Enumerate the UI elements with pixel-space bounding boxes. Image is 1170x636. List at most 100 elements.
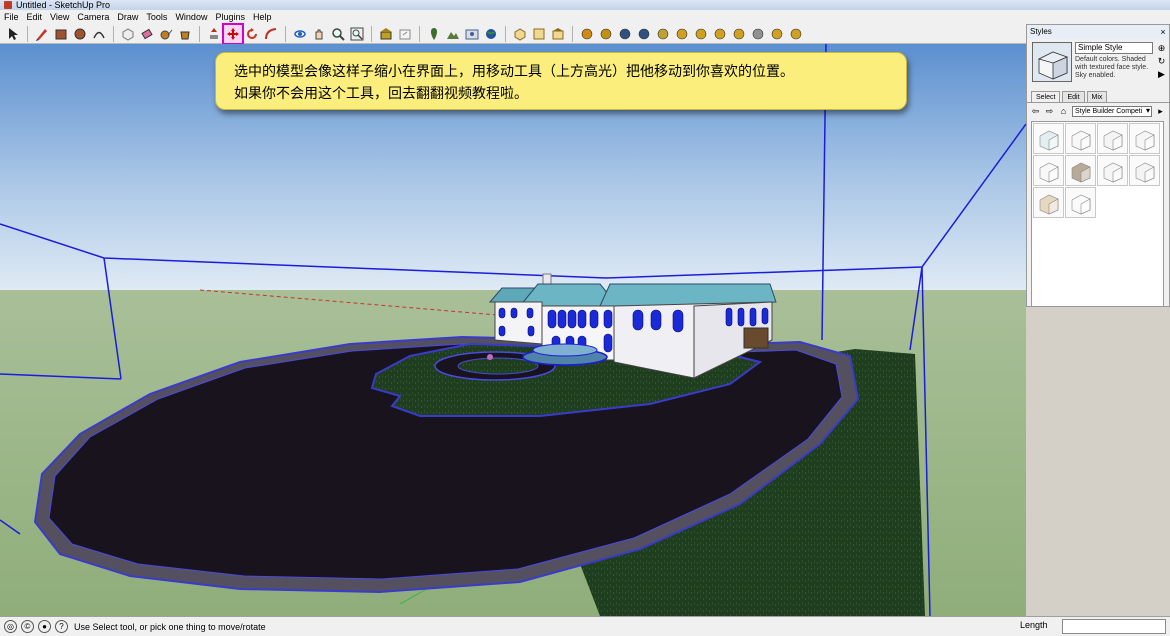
style-preview-icon <box>1135 162 1154 182</box>
style-collection-select[interactable]: Style Builder Competi <box>1072 105 1152 117</box>
forward-arrow-icon[interactable]: ⇨ <box>1044 106 1055 117</box>
title-bar: Untitled - SketchUp Pro <box>0 0 1170 10</box>
iso-view-tool[interactable] <box>511 25 529 43</box>
plugin-icon <box>676 28 688 39</box>
eraser-tool[interactable] <box>138 25 156 43</box>
plugin-g-tool[interactable] <box>692 25 710 43</box>
follow-me-tool[interactable] <box>262 25 280 43</box>
make-component-tool[interactable] <box>119 25 137 43</box>
style-preview-icon <box>1071 162 1090 182</box>
menu-view[interactable]: View <box>46 12 73 22</box>
plugin-e-tool[interactable] <box>654 25 672 43</box>
style-preview-icon <box>1103 162 1122 182</box>
model-viewport[interactable] <box>0 44 1026 616</box>
plugin-k-tool[interactable] <box>768 25 786 43</box>
pan-tool[interactable] <box>310 25 328 43</box>
home-icon[interactable]: ⌂ <box>1058 106 1069 117</box>
select-tool[interactable] <box>4 25 22 43</box>
user-icon[interactable]: ● <box>38 620 51 633</box>
toolbar-separator <box>505 25 506 42</box>
help-icon[interactable]: ? <box>55 620 68 633</box>
create-style-icon[interactable]: ⊕ <box>1156 43 1167 54</box>
measurements-input[interactable] <box>1062 619 1166 634</box>
menu-plugins[interactable]: Plugins <box>211 12 249 22</box>
rectangle-tool[interactable] <box>52 25 70 43</box>
style-collection-nav: ⇦ ⇨ ⌂ Style Builder Competi ▸ <box>1027 103 1169 119</box>
move-tool[interactable] <box>222 22 244 45</box>
style-preview-icon <box>1103 130 1122 150</box>
3d-scene[interactable] <box>0 44 1026 616</box>
circle-tool[interactable] <box>71 25 89 43</box>
plugin-j-tool[interactable] <box>749 25 767 43</box>
style-thumbnail-item[interactable] <box>1129 123 1160 154</box>
plugin-c-tool[interactable] <box>616 25 634 43</box>
tape-measure-tool[interactable] <box>157 25 175 43</box>
photo-texture-tool[interactable] <box>463 25 481 43</box>
front-view-tool[interactable] <box>549 25 567 43</box>
style-thumbnail-item[interactable] <box>1033 187 1064 218</box>
zoom-tool[interactable] <box>329 25 347 43</box>
line-tool[interactable] <box>33 25 51 43</box>
sketchup-app-icon <box>4 1 12 9</box>
menu-window[interactable]: Window <box>171 12 211 22</box>
pan-icon <box>315 29 323 39</box>
plugin-i-tool[interactable] <box>730 25 748 43</box>
zoom-extents-tool[interactable] <box>348 25 366 43</box>
details-arrow-icon[interactable]: ▶ <box>1156 69 1167 80</box>
tape-icon <box>160 29 173 39</box>
arc-tool[interactable] <box>90 25 108 43</box>
add-location-tool[interactable] <box>425 25 443 43</box>
style-thumbnail-item[interactable] <box>1065 123 1096 154</box>
push-pull-tool[interactable] <box>205 25 223 43</box>
share-model-tool[interactable] <box>396 25 414 43</box>
rotate-tool[interactable] <box>243 25 261 43</box>
move-icon <box>227 27 239 40</box>
top-view-tool[interactable] <box>530 25 548 43</box>
plugin-h-tool[interactable] <box>711 25 729 43</box>
orbit-tool[interactable] <box>291 25 309 43</box>
paint-bucket-tool[interactable] <box>176 25 194 43</box>
style-thumbnails-grid <box>1031 121 1164 307</box>
style-tabs: Select Edit Mix <box>1027 91 1169 103</box>
style-thumbnail-item[interactable] <box>1065 155 1096 186</box>
menu-camera[interactable]: Camera <box>73 12 113 22</box>
plugin-f-tool[interactable] <box>673 25 691 43</box>
zoom-icon <box>332 27 345 41</box>
plugin-a-tool[interactable] <box>578 25 596 43</box>
plugin-b-tool[interactable] <box>597 25 615 43</box>
plugin-d-tool[interactable] <box>635 25 653 43</box>
credits-icon[interactable]: © <box>21 620 34 633</box>
style-description[interactable]: Default colors. Shaded with textured fac… <box>1075 56 1155 80</box>
back-arrow-icon[interactable]: ⇦ <box>1030 106 1041 117</box>
toolbar-separator <box>285 25 286 42</box>
plugin-l-tool[interactable] <box>787 25 805 43</box>
style-preview-icon <box>1039 130 1058 150</box>
tab-edit[interactable]: Edit <box>1062 91 1085 102</box>
menu-tools[interactable]: Tools <box>142 12 171 22</box>
rotate-icon <box>247 27 257 39</box>
close-icon[interactable]: × <box>1157 25 1169 39</box>
collection-details-icon[interactable]: ▸ <box>1155 106 1166 117</box>
google-earth-tool[interactable] <box>482 25 500 43</box>
style-thumbnail-item[interactable] <box>1129 155 1160 186</box>
style-thumbnail-item[interactable] <box>1033 123 1064 154</box>
style-thumbnail-item[interactable] <box>1033 155 1064 186</box>
menu-file[interactable]: File <box>0 12 23 22</box>
tab-mix[interactable]: Mix <box>1086 91 1108 102</box>
pushpull-icon <box>210 27 218 39</box>
plugin-icon <box>657 28 669 39</box>
style-thumbnail-item[interactable] <box>1097 155 1128 186</box>
tab-select[interactable]: Select <box>1031 91 1061 102</box>
update-style-icon[interactable]: ↻ <box>1156 56 1167 67</box>
menu-draw[interactable]: Draw <box>113 12 142 22</box>
toggle-terrain-tool[interactable] <box>444 25 462 43</box>
style-name-field[interactable]: Simple Style <box>1075 42 1153 54</box>
style-thumbnail-item[interactable] <box>1065 187 1096 218</box>
get-models-tool[interactable] <box>377 25 395 43</box>
menu-help[interactable]: Help <box>249 12 276 22</box>
style-thumbnail-item[interactable] <box>1097 123 1128 154</box>
menu-edit[interactable]: Edit <box>23 12 47 22</box>
geo-location-icon[interactable]: ◎ <box>4 620 17 633</box>
styles-panel-titlebar[interactable]: Styles × <box>1027 25 1169 39</box>
toolbar-separator <box>572 25 573 42</box>
